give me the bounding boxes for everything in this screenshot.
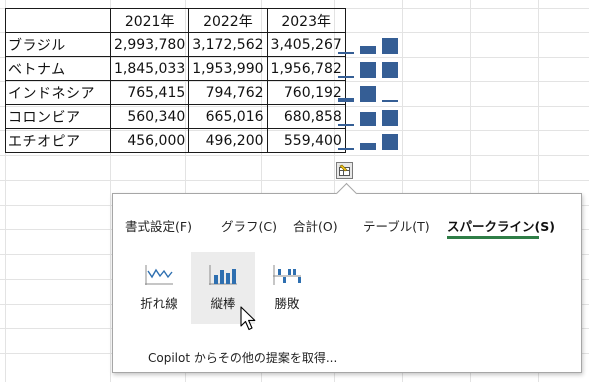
country-cell[interactable]: コロンビア (5, 104, 111, 129)
header-cell-corner[interactable] (5, 8, 111, 33)
win-loss-sparkline-icon (273, 265, 301, 285)
quick-analysis-popup: 書式設定(F) グラフ(C) 合計(O) テーブル(T) スパークライン(S) … (112, 182, 582, 373)
value-cell[interactable]: 560,340 (109, 104, 190, 129)
country-cell[interactable]: インドネシア (5, 80, 111, 105)
copilot-suggestions-link[interactable]: Copilot からその他の提案を取得... (148, 349, 337, 366)
tab-sparklines-label: スパークライン(S) (447, 219, 555, 234)
country-cell[interactable]: ベトナム (5, 56, 111, 81)
value-cell[interactable]: 496,200 (188, 128, 268, 153)
value-cell[interactable]: 1,845,033 (109, 56, 190, 81)
header-cell-2022[interactable]: 2022年 (188, 8, 268, 33)
data-table: 2021年 2022年 2023年 ブラジル 2,993,780 3,172,5… (5, 8, 346, 153)
win-loss-sparkline-option[interactable]: 勝敗 (255, 252, 319, 324)
sparkline-bar (382, 110, 398, 126)
sparkline-bar (338, 76, 354, 78)
sparkline-bar (360, 112, 376, 126)
sparkline-bar (338, 124, 354, 126)
country-cell[interactable]: エチオピア (5, 128, 111, 153)
value-cell[interactable]: 2,993,780 (109, 32, 190, 57)
table-row: コロンビア 560,340 665,016 680,858 (5, 104, 346, 129)
sparkline-cell[interactable] (334, 57, 402, 81)
header-cell-2021[interactable]: 2021年 (109, 8, 190, 33)
line-sparkline-label: 折れ線 (140, 296, 178, 311)
sparkline-bar (382, 100, 398, 102)
sparkline-bar (338, 98, 354, 102)
value-cell[interactable]: 794,762 (188, 80, 268, 105)
sparkline-cell[interactable] (334, 81, 402, 105)
column-sparkline-icon (209, 265, 237, 285)
sparkline-bar (382, 38, 398, 54)
sparkline-bar (360, 86, 376, 102)
sparkline-bar (360, 143, 376, 150)
value-cell[interactable]: 3,172,562 (188, 32, 268, 57)
value-cell[interactable]: 665,016 (188, 104, 268, 129)
tab-formatting[interactable]: 書式設定(F) (125, 216, 192, 235)
table-row: エチオピア 456,000 496,200 559,400 (5, 128, 346, 153)
excel-worksheet: 2021年 2022年 2023年 ブラジル 2,993,780 3,172,5… (0, 0, 589, 382)
header-cell-2023[interactable]: 2023年 (266, 8, 346, 33)
line-sparkline-icon (145, 265, 173, 285)
table-row: ブラジル 2,993,780 3,172,562 3,405,267 (5, 32, 346, 57)
tab-tables[interactable]: テーブル(T) (363, 216, 430, 235)
sparkline-column (334, 33, 402, 153)
tab-sparklines[interactable]: スパークライン(S) (447, 216, 555, 239)
sparkline-bar (382, 134, 398, 150)
table-row: ベトナム 1,845,033 1,953,990 1,956,782 (5, 56, 346, 81)
sparkline-bar (382, 62, 398, 78)
sparkline-bar (360, 46, 376, 54)
table-header-row: 2021年 2022年 2023年 (5, 8, 346, 33)
value-cell[interactable]: 1,953,990 (188, 56, 268, 81)
sparkline-bar (360, 62, 376, 78)
value-cell[interactable]: 765,415 (109, 80, 190, 105)
tab-charts[interactable]: グラフ(C) (221, 216, 277, 235)
sparkline-cell[interactable] (334, 105, 402, 129)
tab-totals[interactable]: 合計(O) (293, 216, 338, 235)
quick-analysis-button[interactable] (336, 162, 353, 179)
active-tab-underline (447, 236, 539, 239)
sparkline-bar (338, 148, 354, 150)
sparkline-cell[interactable] (334, 129, 402, 153)
sparkline-cell[interactable] (334, 33, 402, 57)
quick-analysis-icon (339, 164, 350, 176)
line-sparkline-option[interactable]: 折れ線 (127, 252, 191, 324)
mouse-cursor-icon (240, 306, 256, 331)
country-cell[interactable]: ブラジル (5, 32, 111, 57)
win-loss-sparkline-label: 勝敗 (274, 296, 300, 311)
table-row: インドネシア 765,415 794,762 760,192 (5, 80, 346, 105)
value-cell[interactable]: 456,000 (109, 128, 190, 153)
sparkline-bar (338, 52, 354, 54)
